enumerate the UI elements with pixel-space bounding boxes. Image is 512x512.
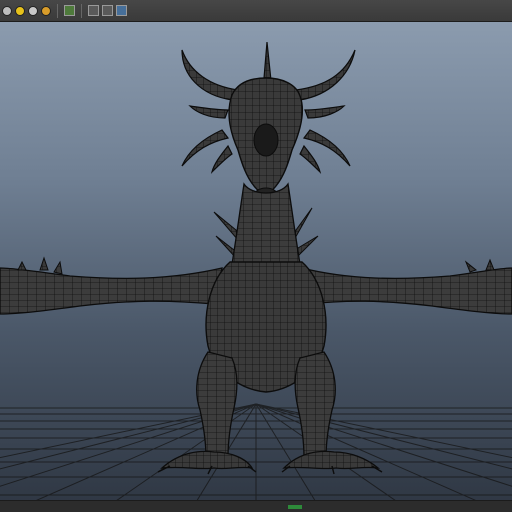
shadows-icon[interactable] [41, 5, 51, 16]
axis-marker [288, 505, 302, 509]
right-foot [282, 450, 381, 470]
3d-viewport[interactable] [0, 0, 512, 512]
lighting-icon[interactable] [28, 5, 38, 16]
status-strip [0, 500, 512, 512]
viewport-toolbar [0, 0, 512, 22]
left-foot [160, 450, 254, 470]
mouth [253, 123, 279, 157]
wireframe-shading-icon[interactable] [2, 5, 12, 16]
neck [231, 182, 301, 265]
isolate-select-icon[interactable] [64, 5, 75, 16]
right-leg [294, 351, 336, 459]
dragon-mesh[interactable] [0, 0, 512, 512]
left-leg [196, 351, 238, 459]
right-arm [301, 267, 512, 315]
left-arm [0, 267, 223, 315]
xray-icon[interactable] [88, 5, 99, 16]
toolbar-divider [57, 3, 58, 18]
smooth-shading-icon[interactable] [15, 5, 25, 16]
camera-tool-icon[interactable] [116, 5, 127, 16]
toolbar-divider [81, 3, 82, 18]
resolution-gate-icon[interactable] [102, 5, 113, 16]
